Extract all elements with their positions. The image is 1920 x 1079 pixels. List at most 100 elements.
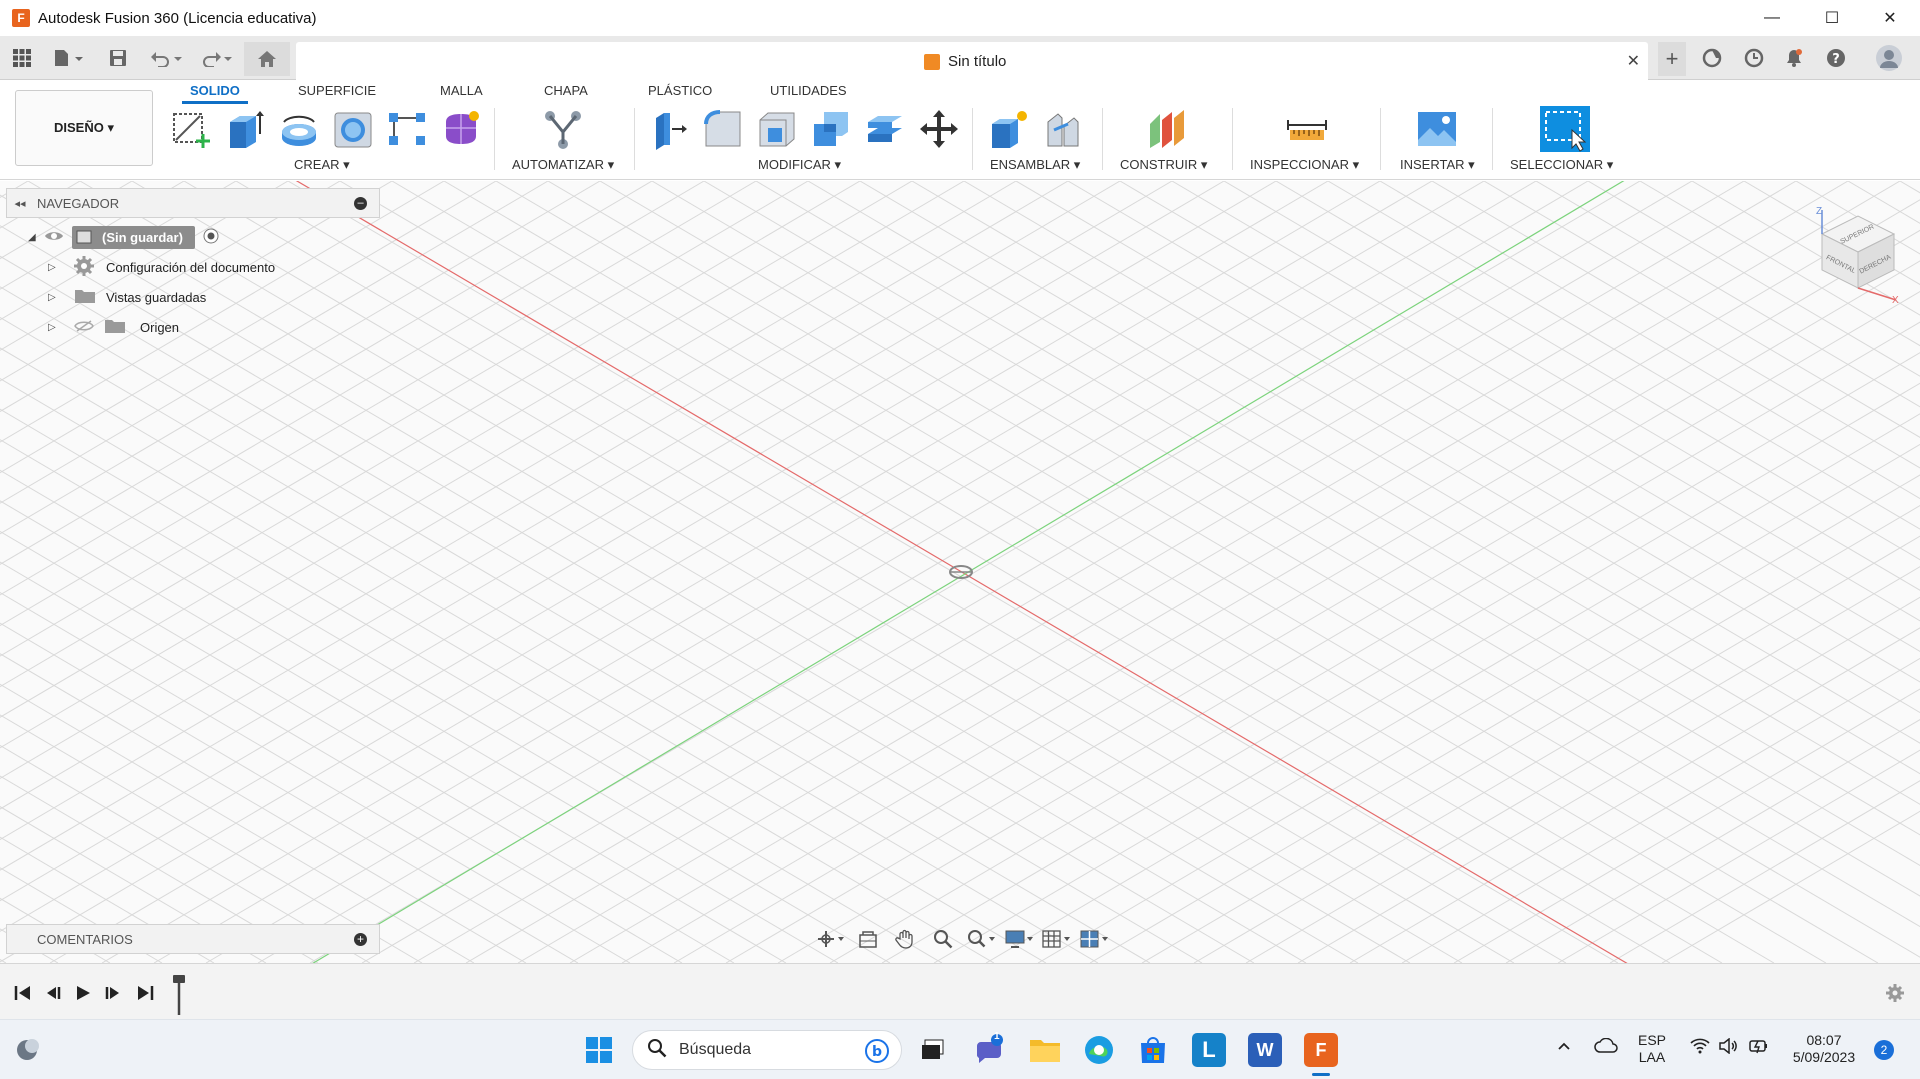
select-tool-icon[interactable] <box>1540 106 1590 152</box>
group-ensamblar[interactable]: ENSAMBLAR ▾ <box>990 157 1080 173</box>
clock-icon[interactable] <box>1742 46 1766 70</box>
group-seleccionar[interactable]: SELECCIONAR ▾ <box>1510 157 1613 173</box>
job-status-icon[interactable] <box>1700 46 1724 70</box>
language-indicator[interactable]: ESP LAA <box>1638 1032 1666 1066</box>
maximize-button[interactable]: ☐ <box>1804 0 1860 36</box>
wifi-icon[interactable] <box>1690 1038 1710 1057</box>
expand-triangle-icon[interactable]: ▷ <box>48 292 64 303</box>
edge-browser-icon[interactable] <box>1082 1033 1116 1067</box>
pan-hand-icon[interactable] <box>890 927 922 951</box>
volume-icon[interactable] <box>1718 1037 1738 1057</box>
collapse-panel-icon[interactable]: ◂◂ <box>7 197 33 210</box>
new-tab-plus-icon[interactable]: + <box>1658 42 1686 76</box>
offset-face-icon[interactable] <box>864 108 906 150</box>
revolve-icon[interactable] <box>278 108 320 150</box>
close-window-button[interactable]: ✕ <box>1862 0 1918 36</box>
go-to-end-icon[interactable] <box>134 982 156 1004</box>
tab-chapa[interactable]: CHAPA <box>544 83 588 98</box>
play-icon[interactable] <box>72 982 94 1004</box>
shell-icon[interactable] <box>756 108 798 150</box>
workspace-switcher-button[interactable]: DISEÑO ▾ <box>15 90 153 166</box>
l-app-icon[interactable]: L <box>1192 1033 1226 1067</box>
create-sketch-icon[interactable] <box>170 108 212 150</box>
notification-count-badge[interactable]: 2 <box>1874 1040 1894 1060</box>
expand-triangle-icon[interactable]: ◢ <box>28 232 44 243</box>
tab-utilidades[interactable]: UTILIDADES <box>770 83 847 98</box>
add-comment-icon[interactable]: + <box>354 933 367 946</box>
group-insertar[interactable]: INSERTAR ▾ <box>1400 157 1475 173</box>
measure-icon[interactable] <box>1286 108 1328 150</box>
teams-chat-icon[interactable]: 1 <box>972 1031 1006 1067</box>
word-app-icon[interactable]: W <box>1248 1033 1282 1067</box>
grid-settings-icon[interactable] <box>1041 927 1073 951</box>
display-settings-icon[interactable] <box>1003 927 1035 951</box>
move-copy-icon[interactable] <box>918 108 960 150</box>
user-avatar-icon[interactable] <box>1874 43 1904 73</box>
tab-solido[interactable]: SOLIDO <box>182 83 248 104</box>
combine-icon[interactable] <box>810 108 852 150</box>
hole-icon[interactable] <box>332 108 374 150</box>
tab-plastico[interactable]: PLÁSTICO <box>648 83 712 98</box>
home-icon[interactable] <box>244 42 290 76</box>
redo-icon[interactable] <box>198 46 234 70</box>
task-view-icon[interactable] <box>916 1033 950 1067</box>
timeline-marker-handle[interactable] <box>172 975 186 1015</box>
step-back-icon[interactable] <box>42 982 64 1004</box>
offset-plane-icon[interactable] <box>1146 108 1188 150</box>
comments-panel-header[interactable]: COMENTARIOS + <box>6 924 380 954</box>
expand-triangle-icon[interactable]: ▷ <box>48 322 64 333</box>
file-explorer-icon[interactable] <box>1028 1033 1062 1067</box>
help-icon[interactable]: ? <box>1824 46 1848 70</box>
activate-radio-icon[interactable] <box>203 228 219 247</box>
joint-icon[interactable] <box>1042 108 1084 150</box>
orbit-icon[interactable] <box>814 927 846 951</box>
onedrive-cloud-icon[interactable] <box>1594 1037 1618 1057</box>
taskbar-search-box[interactable]: Búsqueda b <box>632 1030 902 1070</box>
save-icon[interactable] <box>106 46 130 70</box>
hidden-eye-icon[interactable] <box>74 319 104 335</box>
group-construir[interactable]: CONSTRUIR ▾ <box>1120 157 1207 173</box>
timeline-settings-gear-icon[interactable] <box>1884 982 1906 1004</box>
new-component-icon[interactable] <box>988 108 1030 150</box>
minimize-button[interactable]: — <box>1744 0 1800 36</box>
viewports-icon[interactable] <box>1078 927 1110 951</box>
clock-area[interactable]: 08:07 5/09/2023 <box>1788 1032 1860 1066</box>
browser-item-document-settings[interactable]: ▷ Configuración del documento <box>48 255 275 279</box>
automate-icon[interactable] <box>542 108 584 150</box>
expand-triangle-icon[interactable]: ▷ <box>48 262 64 273</box>
fusion-360-app-icon[interactable]: F <box>1304 1033 1338 1067</box>
tab-superficie[interactable]: SUPERFICIE <box>298 83 376 98</box>
group-inspeccionar[interactable]: INSPECCIONAR ▾ <box>1250 157 1359 173</box>
group-crear[interactable]: CREAR ▾ <box>294 157 350 173</box>
file-menu-icon[interactable] <box>50 46 86 70</box>
fit-zoom-window-icon[interactable] <box>965 927 997 951</box>
group-modificar[interactable]: MODIFICAR ▾ <box>758 157 841 173</box>
viewcube[interactable]: SUPERIOR FRONTAL DERECHA Z X <box>1812 204 1902 306</box>
3d-viewport-canvas[interactable] <box>0 181 1920 963</box>
document-tab[interactable]: Sin título ✕ <box>296 42 1648 80</box>
microsoft-store-icon[interactable] <box>1136 1033 1170 1067</box>
windows-start-icon[interactable] <box>582 1033 616 1067</box>
tab-malla[interactable]: MALLA <box>440 83 483 98</box>
weather-widget-icon[interactable] <box>12 1033 46 1067</box>
look-at-icon[interactable] <box>852 927 884 951</box>
visibility-eye-icon[interactable] <box>44 230 72 245</box>
undo-icon[interactable] <box>148 46 184 70</box>
group-automatizar[interactable]: AUTOMATIZAR ▾ <box>512 157 614 173</box>
press-pull-icon[interactable] <box>648 108 690 150</box>
bing-icon[interactable]: b <box>865 1039 889 1068</box>
browser-item-origin[interactable]: ▷ Origen <box>48 315 179 339</box>
pattern-icon[interactable] <box>386 108 428 150</box>
zoom-icon[interactable] <box>927 927 959 951</box>
extrude-icon[interactable] <box>224 108 266 150</box>
notification-bell-icon[interactable] <box>1782 46 1806 70</box>
step-forward-icon[interactable] <box>102 982 124 1004</box>
browser-item-saved-views[interactable]: ▷ Vistas guardadas <box>48 285 206 309</box>
browser-root-node[interactable]: ◢ (Sin guardar) <box>28 225 219 249</box>
insert-image-icon[interactable] <box>1416 108 1458 150</box>
battery-charging-icon[interactable] <box>1748 1038 1770 1057</box>
navigator-minimize-icon[interactable]: – <box>354 197 367 210</box>
create-form-icon[interactable] <box>440 108 482 150</box>
show-hidden-icons-chevron[interactable] <box>1556 1038 1572 1057</box>
data-panel-grid-icon[interactable] <box>10 46 34 70</box>
